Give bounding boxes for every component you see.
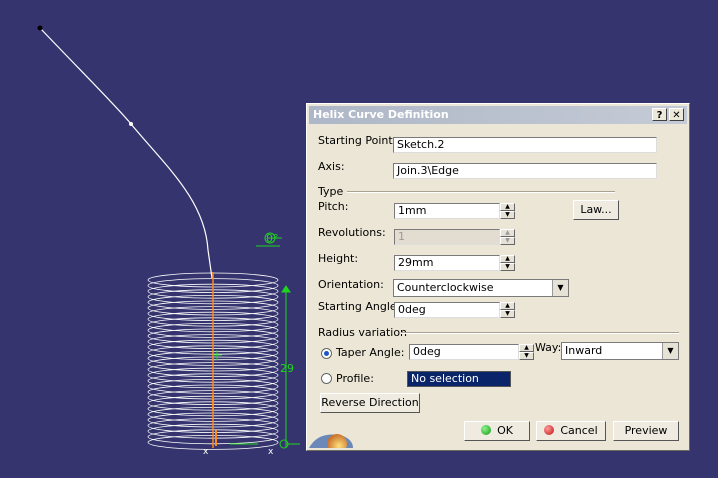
height-dimension-label: 29 bbox=[280, 362, 294, 375]
curve-start-point[interactable] bbox=[37, 25, 43, 31]
starting-angle-field[interactable]: 0deg bbox=[394, 302, 500, 318]
dialog-title: Helix Curve Definition bbox=[313, 108, 449, 121]
starting-point-label: Starting Point: bbox=[318, 134, 397, 147]
y-axis-marker: x bbox=[268, 447, 274, 457]
type-separator bbox=[347, 191, 615, 193]
orientation-value: Counterclockwise bbox=[397, 281, 494, 294]
cancel-label: Cancel bbox=[560, 424, 598, 437]
profile-label: Profile: bbox=[336, 372, 374, 385]
ok-icon bbox=[481, 425, 492, 435]
revolutions-label: Revolutions: bbox=[318, 226, 386, 239]
law-button[interactable]: Law... bbox=[573, 200, 619, 220]
help-button[interactable]: ? bbox=[652, 108, 667, 121]
orientation-select[interactable]: Counterclockwise ▼ bbox=[393, 279, 569, 297]
curve-mid-point[interactable] bbox=[129, 122, 133, 126]
starting-angle-spinner[interactable]: ▲ ▼ bbox=[500, 302, 515, 319]
starting-point-field[interactable]: Sketch.2 bbox=[393, 137, 657, 153]
height-field[interactable]: 29mm bbox=[394, 255, 500, 271]
taper-angle-radio[interactable] bbox=[321, 348, 332, 359]
preview-button[interactable]: Preview bbox=[613, 421, 679, 441]
way-value: Inward bbox=[565, 344, 603, 357]
dialog-titlebar[interactable]: Helix Curve Definition ? ✕ bbox=[309, 106, 687, 124]
reverse-direction-button[interactable]: Reverse Direction bbox=[320, 393, 420, 413]
helix-curve-definition-dialog: Helix Curve Definition ? ✕ Starting Poin… bbox=[306, 103, 690, 451]
revolutions-field[interactable]: 1 bbox=[394, 229, 500, 245]
chevron-down-icon[interactable]: ▼ bbox=[662, 343, 678, 359]
radius-separator bbox=[401, 332, 679, 334]
pitch-spinner[interactable]: ▲ ▼ bbox=[500, 203, 515, 220]
angle-label: 0° bbox=[266, 232, 279, 245]
height-label: Height: bbox=[318, 252, 359, 265]
type-section-label: Type bbox=[318, 185, 344, 198]
starting-angle-label: Starting Angle: bbox=[318, 300, 401, 313]
way-select[interactable]: Inward ▼ bbox=[561, 342, 679, 360]
dialog-logo-icon bbox=[309, 434, 353, 448]
cancel-button[interactable]: Cancel bbox=[536, 421, 606, 441]
profile-selection-field[interactable]: No selection bbox=[407, 371, 511, 387]
taper-angle-label: Taper Angle: bbox=[336, 346, 405, 359]
close-button[interactable]: ✕ bbox=[669, 108, 684, 121]
way-label: Way: bbox=[535, 341, 562, 354]
chevron-down-icon[interactable]: ▼ bbox=[552, 280, 568, 296]
x-axis-marker: x bbox=[203, 447, 209, 457]
ok-button[interactable]: OK bbox=[464, 421, 530, 441]
pitch-label: Pitch: bbox=[318, 200, 349, 213]
taper-angle-spinner[interactable]: ▲ ▼ bbox=[519, 344, 534, 361]
revolutions-spinner[interactable]: ▲ ▼ bbox=[500, 229, 515, 246]
height-spinner[interactable]: ▲ ▼ bbox=[500, 255, 515, 272]
taper-angle-field[interactable]: 0deg bbox=[409, 344, 519, 360]
guide-curve[interactable] bbox=[39, 27, 213, 279]
orientation-label: Orientation: bbox=[318, 278, 384, 291]
profile-radio[interactable] bbox=[321, 373, 332, 384]
radius-variation-label: Radius variation bbox=[318, 326, 408, 339]
axis-label: Axis: bbox=[318, 160, 345, 173]
ok-label: OK bbox=[497, 424, 513, 437]
cancel-icon bbox=[544, 425, 555, 435]
pitch-field[interactable]: 1mm bbox=[394, 203, 500, 219]
axis-field[interactable]: Join.3\Edge bbox=[393, 163, 657, 179]
